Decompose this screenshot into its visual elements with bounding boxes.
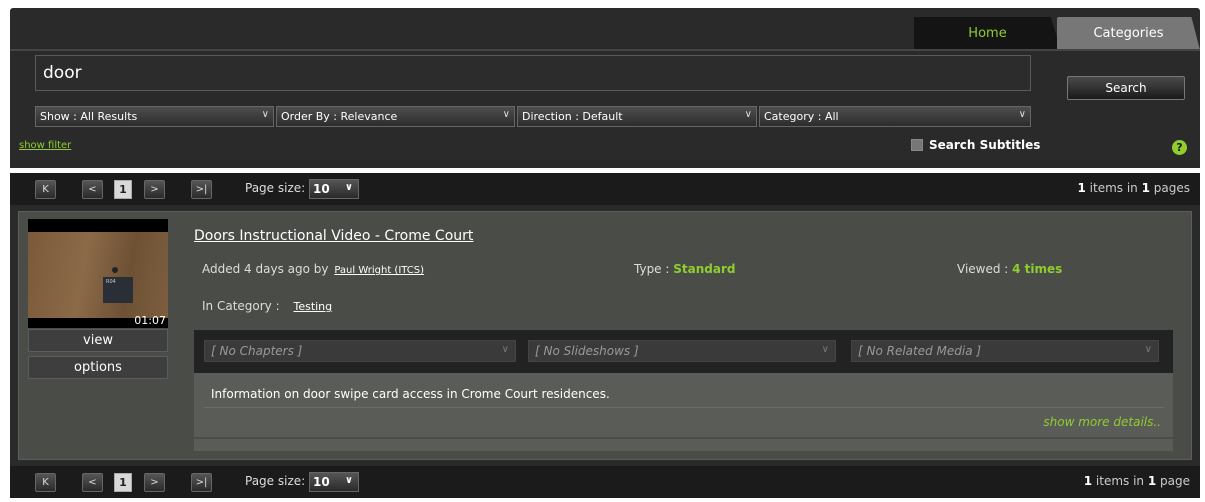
tab-home[interactable]: Home — [914, 17, 1061, 50]
tab-divider — [10, 49, 1200, 51]
category-link[interactable]: Testing — [293, 300, 332, 313]
page-size-select[interactable]: 10 ∨ — [309, 472, 359, 492]
items-count: 1 items in 1 page — [1083, 474, 1190, 488]
last-page-button[interactable]: >| — [191, 180, 212, 199]
show-more-details-link[interactable]: show more details.. — [1043, 415, 1161, 429]
related-media-select[interactable]: [ No Related Media ] ∨ — [851, 340, 1159, 362]
author-link[interactable]: Paul Wright (ITCS) — [334, 265, 424, 276]
search-subtitles-checkbox[interactable] — [911, 139, 923, 151]
media-title-link[interactable]: Doors Instructional Video - Crome Court — [194, 228, 473, 244]
media-description: Information on door swipe card access in… — [211, 387, 610, 401]
current-page-number[interactable]: 1 — [114, 473, 132, 492]
direction-dropdown[interactable]: Direction : Default ∨ — [517, 106, 757, 127]
next-page-button[interactable]: > — [144, 473, 165, 492]
chevron-down-icon: ∨ — [501, 344, 509, 355]
chevron-down-icon: ∨ — [502, 109, 510, 120]
search-input[interactable]: door — [35, 55, 1031, 91]
items-count: 1 items in 1 pages — [1077, 181, 1190, 195]
page-size-label: Page size: — [245, 474, 306, 488]
video-thumbnail[interactable]: R04 01:07 — [28, 219, 168, 328]
category-dropdown-label: Category : All — [764, 110, 839, 123]
chevron-down-icon: ∨ — [744, 109, 752, 120]
media-type: Type : Standard — [634, 262, 736, 276]
video-duration: 01:07 — [134, 314, 166, 327]
door-sensor — [112, 267, 118, 273]
chevron-down-icon: ∨ — [821, 344, 829, 355]
description-box: Information on door swipe card access in… — [194, 373, 1173, 451]
view-button[interactable]: view — [28, 329, 168, 352]
media-selectors-bar: [ No Chapters ] ∨ [ No Slideshows ] ∨ [ … — [194, 330, 1173, 373]
show-dropdown-label: Show : All Results — [40, 110, 138, 123]
help-icon[interactable]: ? — [1172, 140, 1187, 155]
divider — [204, 407, 1164, 408]
page-size-label: Page size: — [245, 181, 306, 195]
show-dropdown[interactable]: Show : All Results ∨ — [35, 106, 274, 127]
chapters-select[interactable]: [ No Chapters ] ∨ — [204, 340, 516, 362]
direction-dropdown-label: Direction : Default — [522, 110, 623, 123]
category-dropdown[interactable]: Category : All ∨ — [759, 106, 1031, 127]
list-item: R04 01:07 view options Doors Instruction… — [18, 211, 1192, 460]
options-button[interactable]: options — [28, 356, 168, 379]
prev-page-button[interactable]: < — [82, 473, 103, 492]
next-page-button[interactable]: > — [144, 180, 165, 199]
order-dropdown-label: Order By : Relevance — [281, 110, 398, 123]
slideshows-select[interactable]: [ No Slideshows ] ∨ — [528, 340, 836, 362]
search-panel: Home Categories door Search Show : All R… — [10, 8, 1200, 168]
door-card-reader: R04 — [103, 277, 133, 303]
search-button[interactable]: Search — [1067, 76, 1185, 100]
thumbnail-image — [28, 232, 168, 318]
divider — [194, 437, 1173, 439]
prev-page-button[interactable]: < — [82, 180, 103, 199]
chevron-down-icon: ∨ — [1018, 109, 1026, 120]
results-list: R04 01:07 view options Doors Instruction… — [10, 205, 1200, 466]
search-subtitles-label: Search Subtitles — [929, 138, 1041, 152]
first-page-button[interactable]: K — [35, 473, 56, 492]
tab-categories[interactable]: Categories — [1057, 17, 1200, 50]
show-filter-link[interactable]: show filter — [19, 140, 71, 151]
added-info: Added 4 days ago by Paul Wright (ITCS) — [202, 262, 425, 276]
chevron-down-icon: ∨ — [261, 109, 269, 120]
chevron-down-icon: ∨ — [344, 182, 353, 193]
last-page-button[interactable]: >| — [191, 473, 212, 492]
current-page-number[interactable]: 1 — [114, 180, 132, 199]
search-subtitles-toggle[interactable]: Search Subtitles — [911, 138, 1040, 152]
chevron-down-icon: ∨ — [1144, 344, 1152, 355]
order-dropdown[interactable]: Order By : Relevance ∨ — [276, 106, 515, 127]
first-page-button[interactable]: K — [35, 180, 56, 199]
pager-top: K < 1 > >| Page size: 10 ∨ 1 items in 1 … — [10, 173, 1200, 205]
pager-bottom: K < 1 > >| Page size: 10 ∨ 1 items in 1 … — [10, 466, 1200, 498]
view-count: Viewed : 4 times — [957, 262, 1063, 276]
page-size-value: 10 — [313, 182, 330, 196]
category-info: In Category : Testing — [202, 299, 333, 313]
chevron-down-icon: ∨ — [344, 475, 353, 486]
page-size-value: 10 — [313, 475, 330, 489]
page-size-select[interactable]: 10 ∨ — [309, 179, 359, 199]
